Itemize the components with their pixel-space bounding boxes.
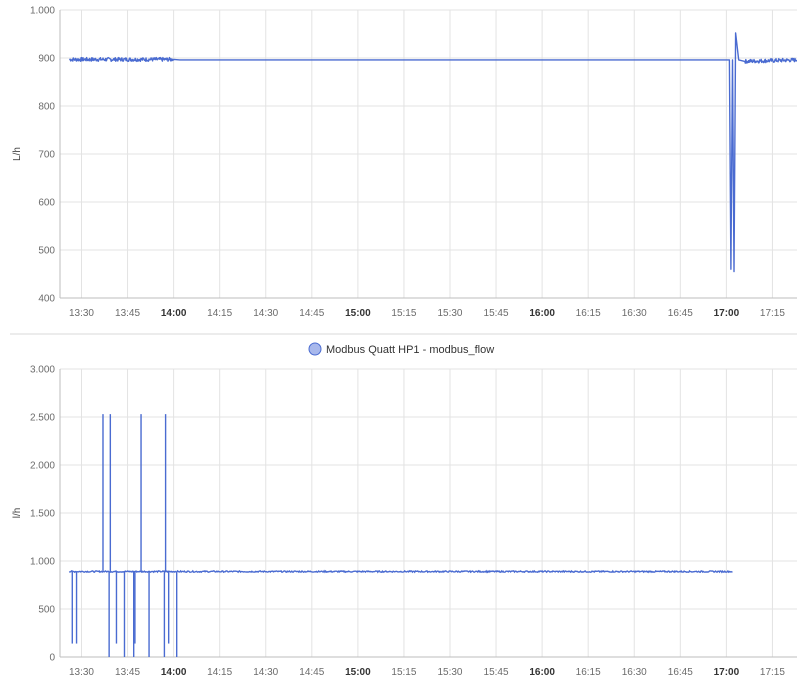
x-tick-label: 14:30 (253, 308, 278, 319)
chart-panel-1: 400 500 600 700 800 900 1.000 13:30 13:45 14:00 14… (12, 6, 797, 319)
y-tick-label: 3.000 (30, 365, 55, 376)
x-tick-label: 16:30 (622, 308, 647, 319)
y-tick-label: 1.000 (30, 6, 55, 17)
x-tick-label: 14:45 (299, 308, 324, 319)
x-tick-label: 14:45 (299, 667, 324, 678)
x-tick-label: 15:45 (484, 308, 509, 319)
x-tick-label: 13:30 (69, 667, 94, 678)
y-tick-label: 2.000 (30, 461, 55, 472)
x-tick-label: 16:15 (576, 308, 601, 319)
x-tick-label: 14:15 (207, 667, 232, 678)
x-tick-label: 15:30 (437, 667, 462, 678)
chart-stage: 400 500 600 700 800 900 1.000 13:30 13:45 14:00 14… (0, 0, 797, 682)
series-line-L-h (69, 32, 797, 273)
x-tick-label: 14:30 (253, 667, 278, 678)
x-tick-label: 13:30 (69, 308, 94, 319)
y-tick-label: 800 (38, 102, 55, 113)
x-tick-label: 14:00 (161, 308, 187, 319)
x-tick-label: 15:00 (345, 667, 371, 678)
y-tick-label: 500 (38, 605, 55, 616)
x-tick-label: 16:15 (576, 667, 601, 678)
x-tick-label: 16:30 (622, 667, 647, 678)
y-tick-label: 500 (38, 246, 55, 257)
y-tick-label: 900 (38, 54, 55, 65)
x-tick-label: 13:45 (115, 667, 140, 678)
x-tick-label: 17:00 (714, 667, 740, 678)
legend-marker (308, 342, 322, 356)
x-tick-label: 17:00 (714, 308, 740, 319)
x-tick-label: 17:15 (760, 308, 785, 319)
legend-label: Modbus Quatt HP1 - modbus_flow (326, 344, 494, 356)
x-tick-label: 15:00 (345, 308, 371, 319)
x-tick-label: 13:45 (115, 308, 140, 319)
y-tick-label: 2.500 (30, 413, 55, 424)
y-tick-label: 700 (38, 150, 55, 161)
x-tick-label: 16:00 (529, 667, 555, 678)
x-tick-label: 15:45 (484, 667, 509, 678)
y-axis-label: l/h (12, 508, 23, 519)
y-tick-label: 1.500 (30, 509, 55, 520)
y-tick-label: 1.000 (30, 557, 55, 568)
x-tick-label: 15:30 (437, 308, 462, 319)
chart-panel-2: 0 500 1.000 1.500 2.000 2.500 3.000 13:30 13:45 1… (12, 342, 797, 678)
y-axis-label: L/h (12, 147, 23, 161)
y-tick-label: 0 (49, 653, 55, 664)
x-tick-label: 16:45 (668, 667, 693, 678)
x-tick-label: 15:15 (391, 308, 416, 319)
x-tick-label: 16:00 (529, 308, 555, 319)
x-tick-label: 14:00 (161, 667, 187, 678)
x-tick-label: 16:45 (668, 308, 693, 319)
x-tick-label: 15:15 (391, 667, 416, 678)
y-tick-label: 400 (38, 294, 55, 305)
x-tick-label: 14:15 (207, 308, 232, 319)
chart-svg: 400 500 600 700 800 900 1.000 13:30 13:45 14:00 14… (10, 6, 797, 678)
y-tick-label: 600 (38, 198, 55, 209)
x-tick-label: 17:15 (760, 667, 785, 678)
